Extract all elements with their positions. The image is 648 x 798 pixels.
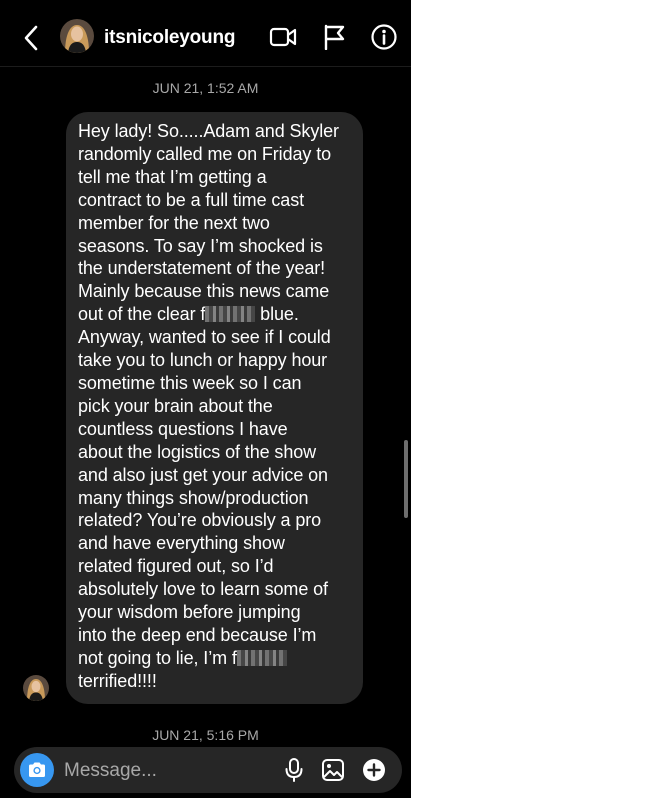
message-line: not going to lie, I’m f bbox=[78, 647, 351, 670]
message-line: related? You’re obviously a pro bbox=[78, 510, 322, 531]
message-line: about the logistics of the show bbox=[78, 441, 317, 462]
info-icon[interactable] bbox=[369, 22, 399, 52]
message-line: out of the clear f blue. bbox=[78, 303, 351, 326]
message-line: related figured out, so I’d bbox=[78, 556, 274, 577]
message-input[interactable]: Message... bbox=[64, 760, 157, 782]
message-line: randomly called me on Friday to bbox=[78, 143, 332, 164]
video-call-icon[interactable] bbox=[268, 22, 298, 52]
scrollbar[interactable] bbox=[404, 440, 408, 518]
message-line: contract to be a full time cast bbox=[78, 189, 305, 210]
back-icon[interactable] bbox=[18, 24, 44, 52]
gallery-icon[interactable] bbox=[320, 757, 346, 783]
message-line: and also just get your advice on bbox=[78, 464, 328, 485]
chat-username[interactable]: itsnicoleyoung bbox=[104, 27, 235, 49]
chat-header: itsnicoleyoung bbox=[0, 0, 411, 67]
dm-screen: itsnicoleyoung JUN 21, 1:52 AM Hey lady!… bbox=[0, 0, 411, 798]
message-line: seasons. To say I’m shocked is bbox=[78, 235, 323, 256]
message-composer: Message... bbox=[14, 747, 402, 793]
message-line: countless questions I have bbox=[78, 418, 288, 439]
message-line: Hey lady! So.....Adam and Skyler bbox=[78, 121, 339, 141]
message-bubble[interactable]: Hey lady! So.....Adam and Skyler randoml… bbox=[66, 112, 363, 704]
message-fragment: not going to lie, I’m f bbox=[78, 647, 237, 668]
plus-icon[interactable] bbox=[361, 757, 387, 783]
message-line: into the deep end because I’m bbox=[78, 624, 317, 645]
redacted-word bbox=[236, 649, 287, 666]
redacted-word bbox=[205, 306, 256, 323]
microphone-icon[interactable] bbox=[281, 757, 307, 783]
message-fragment: out of the clear f bbox=[78, 304, 206, 325]
message-line: tell me that I’m getting a bbox=[78, 166, 267, 187]
message-line: take you to lunch or happy hour bbox=[78, 350, 328, 371]
camera-icon[interactable] bbox=[20, 753, 54, 787]
message-line: sometime this week so I can bbox=[78, 372, 302, 393]
message-line: and have everything show bbox=[78, 533, 285, 554]
message-line: the understatement of the year! bbox=[78, 258, 326, 279]
message-fragment: blue. bbox=[255, 304, 299, 325]
message-line: pick your brain about the bbox=[78, 395, 273, 416]
message-line: absolutely love to learn some of bbox=[78, 579, 328, 600]
message-line: Anyway, wanted to see if I could bbox=[78, 327, 331, 348]
avatar[interactable] bbox=[60, 19, 94, 53]
message-line: Mainly because this news came bbox=[78, 281, 330, 302]
sender-avatar[interactable] bbox=[23, 675, 49, 701]
flag-icon[interactable] bbox=[319, 22, 349, 52]
message-timestamp: JUN 21, 1:52 AM bbox=[152, 80, 259, 96]
message-line: many things show/production bbox=[78, 487, 309, 508]
message-timestamp: JUN 21, 5:16 PM bbox=[152, 727, 259, 743]
message-line: terrified!!!! bbox=[78, 670, 157, 691]
message-line: your wisdom before jumping bbox=[78, 602, 301, 623]
message-line: member for the next two bbox=[78, 212, 270, 233]
